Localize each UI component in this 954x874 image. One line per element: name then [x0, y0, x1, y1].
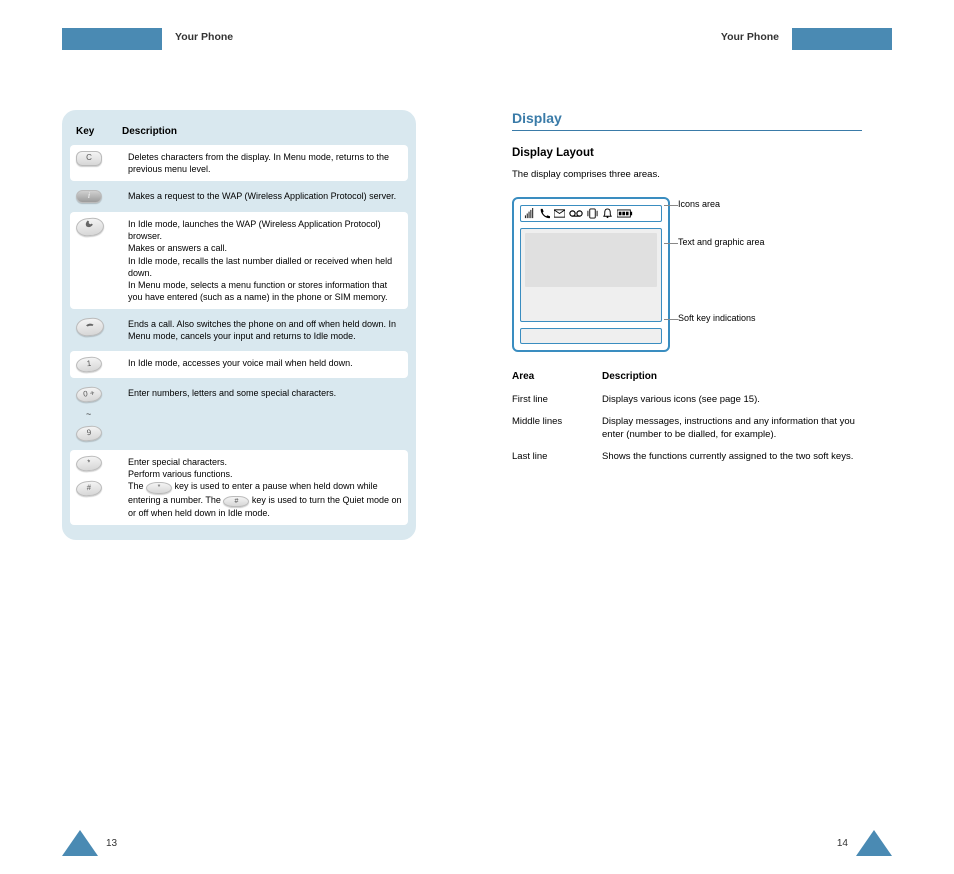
callout-icons: Icons area	[678, 199, 765, 211]
battery-icon	[617, 208, 633, 219]
table-row: C Deletes characters from the display. I…	[70, 145, 408, 181]
table-row: * # Enter special characters.Perform var…	[70, 450, 408, 525]
table-header-key: Key	[76, 126, 122, 137]
table-row: i Makes a request to the WAP (Wireless A…	[70, 184, 408, 209]
clear-key-icon: C	[76, 151, 102, 166]
area-table-row: Middle lines Display messages, instructi…	[512, 415, 862, 443]
row-desc: Makes a request to the WAP (Wireless App…	[128, 190, 402, 202]
nine-key-icon: 9	[75, 425, 102, 442]
row-desc: Ends a call. Also switches the phone on …	[128, 318, 402, 342]
hash-key-inline-icon: #	[223, 496, 249, 507]
nav-next-icon[interactable]	[856, 830, 892, 856]
table-row: 1 In Idle mode, accesses your voice mail…	[70, 351, 408, 378]
callout-soft: Soft key indications	[678, 313, 765, 325]
row-desc: Enter special characters.Perform various…	[128, 456, 402, 519]
call-icon	[539, 208, 550, 219]
table-row: 0 + ~ 9 Enter numbers, letters and some …	[70, 381, 408, 447]
display-box	[512, 197, 670, 352]
row-desc: Deletes characters from the display. In …	[128, 151, 402, 175]
table-row: In Idle mode, launches the WAP (Wireless…	[70, 212, 408, 309]
table-row: Ends a call. Also switches the phone on …	[70, 312, 408, 348]
end-key-icon	[75, 317, 105, 338]
area-table-header: Area Description	[512, 370, 862, 385]
page-number-right: 14	[837, 838, 848, 849]
subheading-display-layout: Display Layout	[512, 145, 862, 162]
display-diagram: Icons area Text and graphic area Soft ke…	[512, 197, 862, 352]
sms-icon	[554, 208, 565, 219]
page-number-left: 13	[106, 838, 117, 849]
callout-text: Text and graphic area	[678, 237, 765, 249]
star-key-inline-icon: *	[146, 482, 172, 493]
layout-intro: The display comprises three areas.	[512, 168, 862, 182]
row-desc: In Idle mode, launches the WAP (Wireless…	[128, 218, 402, 303]
alarm-icon	[602, 208, 613, 219]
nav-prev-icon[interactable]	[62, 830, 98, 856]
vibrate-icon	[587, 208, 598, 219]
left-page: Key Description C Deletes characters fro…	[62, 0, 442, 540]
diagram-softkey-area	[520, 328, 662, 344]
wap-key-icon: i	[76, 190, 102, 203]
area-table-row: Last line Shows the functions currently …	[512, 450, 862, 464]
zero-key-icon: 0 +	[75, 386, 102, 403]
voicemail-icon	[569, 208, 583, 219]
section-title-display: Display	[512, 110, 862, 131]
table-header-desc: Description	[122, 126, 177, 137]
diagram-icon-row	[520, 205, 662, 222]
key-description-table: Key Description C Deletes characters fro…	[62, 110, 416, 540]
row-desc: In Idle mode, accesses your voice mail w…	[128, 357, 402, 369]
star-key-icon: *	[75, 455, 102, 472]
table-header: Key Description	[70, 120, 408, 145]
diagram-text-area	[520, 228, 662, 322]
signal-icon	[524, 208, 535, 219]
area-table-row: First line Displays various icons (see p…	[512, 393, 862, 407]
tilde-label: ~	[86, 408, 91, 420]
one-key-icon: 1	[75, 356, 102, 373]
row-desc: Enter numbers, letters and some special …	[128, 387, 402, 399]
right-page: Display Display Layout The display compr…	[512, 0, 892, 540]
call-key-icon	[75, 217, 105, 238]
diagram-callouts: Icons area Text and graphic area Soft ke…	[678, 197, 765, 324]
hash-key-icon: #	[75, 479, 102, 496]
